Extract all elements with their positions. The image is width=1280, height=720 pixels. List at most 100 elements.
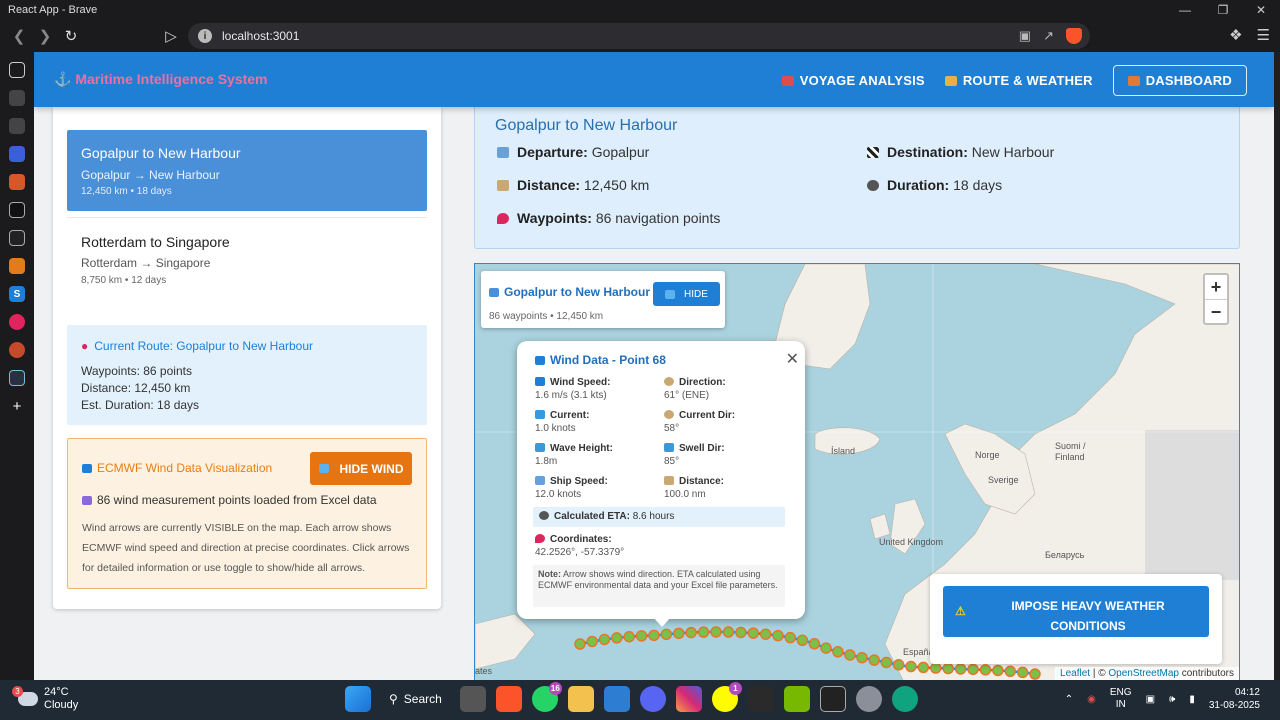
- route-map[interactable]: Ísland Norge Sverige Suomi / Finland Uni…: [474, 263, 1240, 680]
- nvidia-icon[interactable]: [783, 686, 810, 712]
- waypoint-marker[interactable]: [574, 638, 586, 650]
- store-icon[interactable]: [603, 686, 630, 712]
- waypoint-marker[interactable]: [586, 635, 598, 648]
- app-brand[interactable]: ⚓ Maritime Intelligence System: [54, 71, 268, 88]
- zoom-in-button[interactable]: +: [1205, 275, 1227, 299]
- waypoint-marker[interactable]: [697, 626, 710, 638]
- waypoint-marker[interactable]: [892, 659, 905, 671]
- waypoint-marker[interactable]: [905, 660, 917, 673]
- add-sidebar-icon[interactable]: +: [9, 398, 25, 415]
- waypoint-marker[interactable]: [930, 662, 942, 674]
- impose-heavy-weather-button[interactable]: ⚠ IMPOSE HEAVY WEATHER CONDITIONS: [943, 586, 1209, 637]
- bookmark-icon[interactable]: ▷: [158, 23, 184, 49]
- sidebar-toggle-icon[interactable]: [9, 62, 25, 78]
- waypoint-marker[interactable]: [992, 664, 1004, 677]
- hide-route-button[interactable]: HIDE: [653, 282, 720, 306]
- waypoint-marker[interactable]: [979, 664, 992, 676]
- sidebar-youtube-icon[interactable]: [9, 314, 25, 330]
- waypoint-marker[interactable]: [808, 638, 821, 650]
- discord-icon[interactable]: [639, 686, 666, 712]
- sidebar-app2-icon[interactable]: [9, 258, 25, 274]
- route-item-gopalpur[interactable]: Gopalpur to New Harbour Gopalpur → New H…: [67, 130, 427, 211]
- waypoint-marker[interactable]: [635, 630, 648, 642]
- osm-link[interactable]: OpenStreetMap: [1108, 668, 1179, 679]
- share-icon[interactable]: ↗: [1043, 28, 1054, 44]
- esports-icon[interactable]: [747, 686, 774, 712]
- waypoint-marker[interactable]: [722, 626, 735, 638]
- weather-widget[interactable]: 3 24°C Cloudy: [12, 686, 78, 712]
- zoom-out-button[interactable]: −: [1205, 299, 1227, 323]
- hide-wind-button[interactable]: HIDE WIND: [310, 452, 412, 485]
- nav-dashboard[interactable]: DASHBOARD: [1112, 65, 1247, 96]
- close-icon[interactable]: ✕: [786, 349, 799, 369]
- waypoint-marker[interactable]: [784, 631, 797, 644]
- taskbar-search[interactable]: ⚲ Search: [381, 686, 450, 712]
- maximize-button[interactable]: ❐: [1204, 0, 1242, 20]
- brave-shield-icon[interactable]: [1066, 28, 1082, 44]
- waypoint-marker[interactable]: [710, 626, 722, 638]
- tray-app-icon[interactable]: ◉: [1087, 694, 1096, 705]
- address-bar[interactable]: i localhost:3001 ▣ ↗: [188, 23, 1090, 49]
- waypoint-marker[interactable]: [747, 627, 760, 639]
- waypoint-marker[interactable]: [796, 634, 809, 647]
- nav-voyage-analysis[interactable]: VOYAGE ANALYSIS: [781, 73, 925, 88]
- waypoint-marker[interactable]: [942, 662, 954, 675]
- battery-icon[interactable]: ▮: [1189, 694, 1195, 705]
- route-item-rotterdam[interactable]: Rotterdam to Singapore Rotterdam → Singa…: [67, 217, 427, 297]
- whatsapp-icon[interactable]: 16: [531, 682, 562, 712]
- snapchat-icon[interactable]: 1: [711, 682, 742, 712]
- sidebar-openai-icon[interactable]: [9, 230, 25, 246]
- sidebar-claude-icon[interactable]: [9, 174, 25, 190]
- waypoint-marker[interactable]: [735, 626, 747, 639]
- waypoint-marker[interactable]: [611, 632, 623, 644]
- waypoint-marker[interactable]: [880, 656, 893, 669]
- waypoint-marker[interactable]: [856, 651, 868, 664]
- reload-icon[interactable]: ↻: [58, 23, 84, 49]
- brave-taskbar-icon[interactable]: [495, 686, 522, 712]
- task-view-icon[interactable]: [459, 686, 486, 712]
- waypoint-marker[interactable]: [967, 663, 979, 676]
- waypoint-marker[interactable]: [917, 661, 930, 674]
- sidebar-app-icon[interactable]: [9, 90, 25, 106]
- site-info-icon[interactable]: i: [198, 29, 212, 43]
- cast-icon[interactable]: ▣: [1019, 28, 1031, 44]
- leaflet-link[interactable]: Leaflet: [1060, 668, 1090, 679]
- volume-icon[interactable]: 🕪: [1169, 694, 1175, 705]
- extensions-icon[interactable]: ❖: [1229, 26, 1242, 44]
- waypoint-marker[interactable]: [759, 628, 772, 640]
- settings-gear-icon[interactable]: [855, 686, 882, 712]
- clock[interactable]: 04:12 31-08-2025: [1209, 686, 1260, 712]
- waypoint-marker[interactable]: [820, 642, 832, 654]
- instagram-icon[interactable]: [675, 686, 702, 712]
- waypoint-marker[interactable]: [685, 626, 697, 639]
- waypoint-marker[interactable]: [772, 629, 784, 642]
- waypoint-marker[interactable]: [844, 649, 856, 661]
- close-window-button[interactable]: ✕: [1242, 0, 1280, 20]
- chatgpt-icon[interactable]: [891, 686, 918, 712]
- sidebar-grok-icon[interactable]: [9, 202, 25, 218]
- sidebar-s-icon[interactable]: S: [9, 286, 25, 302]
- sidebar-react-icon[interactable]: [9, 370, 25, 386]
- file-explorer-icon[interactable]: [567, 686, 594, 712]
- back-arrow-icon[interactable]: ❮: [6, 23, 32, 49]
- waypoint-marker[interactable]: [1029, 668, 1041, 680]
- waypoint-marker[interactable]: [832, 646, 844, 658]
- nav-route-weather[interactable]: ROUTE & WEATHER: [944, 73, 1093, 88]
- minimize-button[interactable]: —: [1166, 0, 1204, 20]
- sidebar-vscode-icon[interactable]: [9, 146, 25, 162]
- waypoint-marker[interactable]: [598, 633, 611, 646]
- language-indicator[interactable]: ENG IN: [1110, 687, 1132, 711]
- waypoint-marker[interactable]: [954, 663, 967, 675]
- menu-icon[interactable]: ☰: [1257, 26, 1270, 44]
- sidebar-compass-icon[interactable]: [9, 118, 25, 134]
- tray-chevron-icon[interactable]: ⌃: [1065, 694, 1073, 705]
- waypoint-marker[interactable]: [868, 654, 880, 666]
- forward-arrow-icon[interactable]: ❯: [32, 23, 58, 49]
- waypoint-marker[interactable]: [1004, 665, 1017, 678]
- waypoint-marker[interactable]: [623, 630, 635, 643]
- waypoint-marker[interactable]: [673, 627, 685, 640]
- windows-start-icon[interactable]: [345, 686, 371, 712]
- waypoint-marker[interactable]: [648, 629, 660, 642]
- waypoint-marker[interactable]: [660, 628, 673, 641]
- sidebar-brave-icon[interactable]: [9, 342, 25, 358]
